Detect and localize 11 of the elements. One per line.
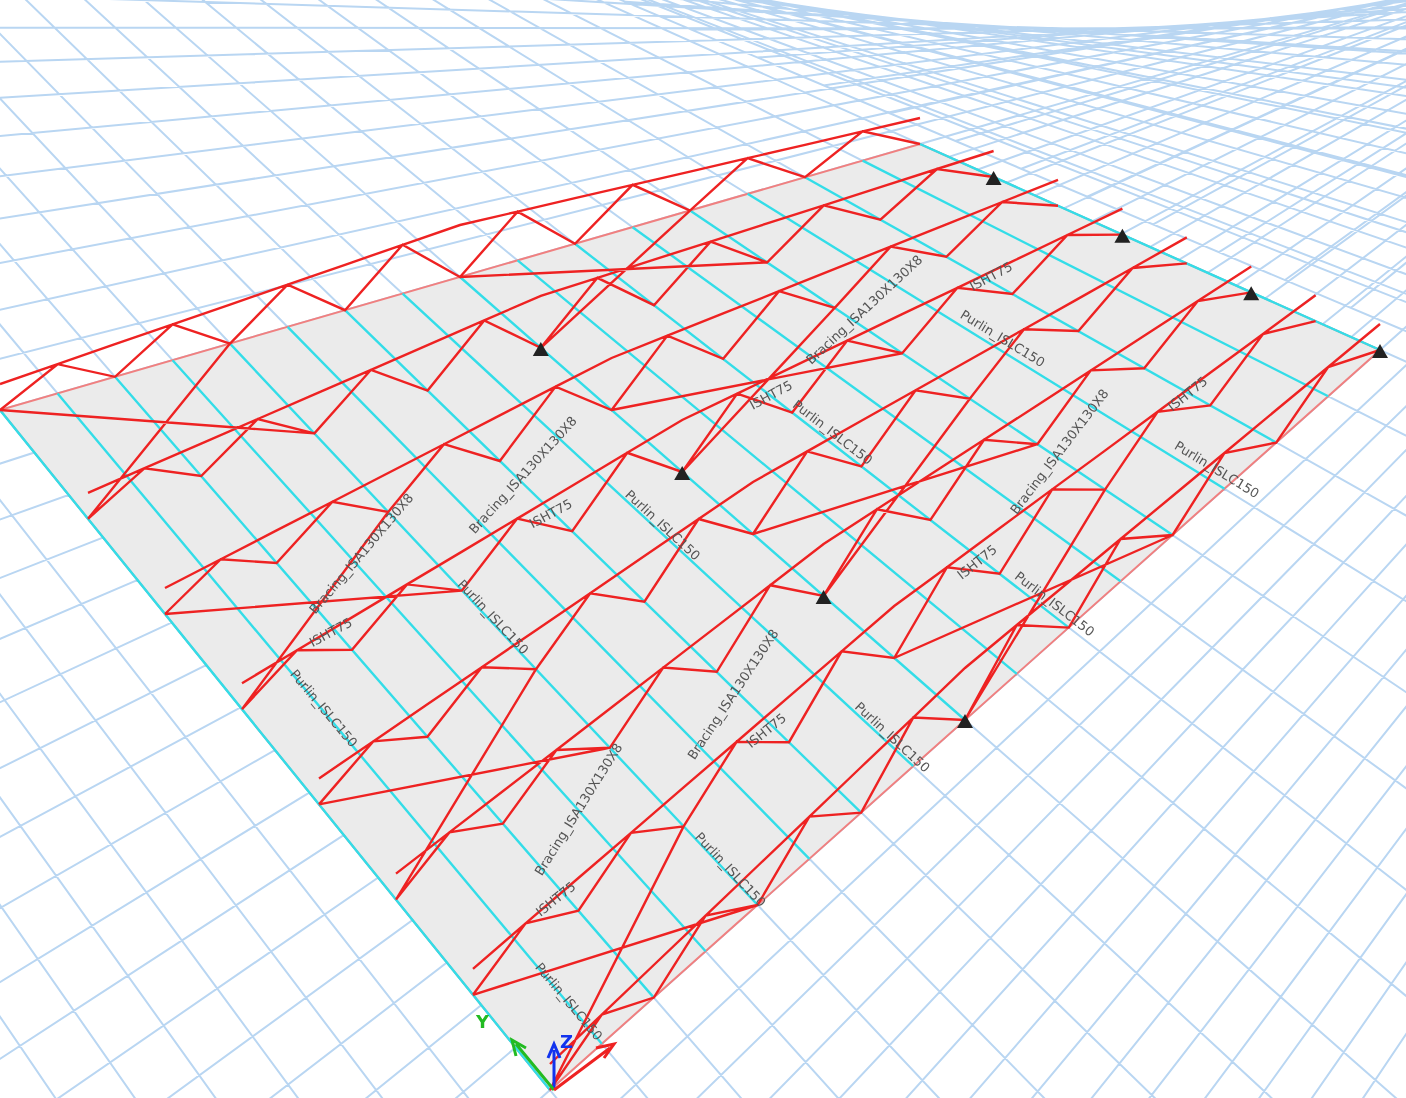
support-icon xyxy=(957,714,973,728)
support-icon xyxy=(985,170,1002,185)
support-icon xyxy=(1114,228,1131,243)
support-icon xyxy=(532,341,549,356)
support-icon xyxy=(674,465,691,480)
axis-label: Z xyxy=(560,1034,574,1054)
support-icon xyxy=(1372,344,1388,358)
support-icon xyxy=(1243,286,1260,301)
axis-triad-icon xyxy=(509,1036,618,1092)
axis-label: Y xyxy=(476,1014,490,1034)
support-icon xyxy=(815,589,832,604)
